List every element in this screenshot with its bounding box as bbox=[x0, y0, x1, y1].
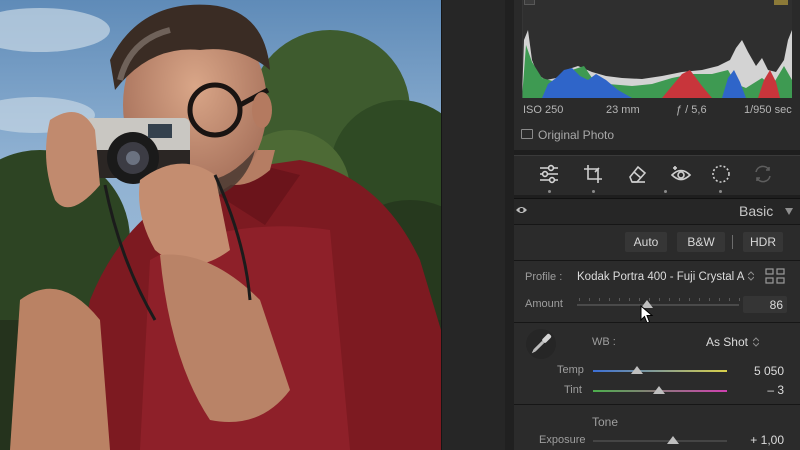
slider-tick bbox=[739, 298, 740, 301]
wb-value[interactable]: As Shot bbox=[690, 335, 748, 349]
tool-indicator-dot bbox=[719, 190, 722, 193]
tool-indicator-dot bbox=[592, 190, 595, 193]
slider-tick bbox=[719, 298, 720, 301]
slider-tick bbox=[629, 298, 630, 301]
tint-value[interactable]: – 3 bbox=[730, 383, 784, 397]
histogram-plot[interactable] bbox=[521, 0, 792, 98]
bw-button[interactable]: B&W bbox=[677, 232, 725, 252]
tone-label: Tone bbox=[592, 415, 619, 429]
exposure-value[interactable]: + 1,00 bbox=[730, 433, 784, 447]
filmstrip-gutter bbox=[441, 0, 505, 450]
slider-tick bbox=[679, 298, 680, 301]
histogram-graph bbox=[521, 0, 792, 98]
exposure-slider-thumb[interactable] bbox=[667, 436, 680, 444]
original-photo-checkbox[interactable] bbox=[521, 129, 533, 139]
slider-tick bbox=[709, 298, 710, 301]
highlight-clipping-indicator[interactable] bbox=[774, 0, 788, 5]
edit-sliders-icon[interactable] bbox=[536, 161, 562, 187]
tint-slider-thumb[interactable] bbox=[652, 386, 665, 394]
slider-tick bbox=[609, 298, 610, 301]
presets-icon[interactable] bbox=[750, 161, 776, 187]
amount-value[interactable]: 86 bbox=[743, 298, 783, 312]
slider-tick bbox=[729, 298, 730, 301]
slider-tick bbox=[589, 298, 590, 301]
amount-label: Amount bbox=[525, 298, 563, 310]
slider-tick bbox=[579, 298, 580, 301]
profile-value[interactable]: Kodak Portra 400 - Fuji Crystal Ar... bbox=[577, 271, 745, 283]
auto-button[interactable]: Auto bbox=[625, 232, 667, 252]
collapse-triangle-icon[interactable] bbox=[785, 208, 793, 215]
wb-label: WB : bbox=[592, 336, 616, 348]
basic-section-title: Basic bbox=[739, 203, 774, 219]
crop-icon[interactable] bbox=[580, 161, 606, 187]
masking-icon[interactable] bbox=[708, 161, 734, 187]
eye-icon[interactable] bbox=[515, 205, 528, 215]
tool-indicator-dot bbox=[664, 190, 667, 193]
profile-label: Profile : bbox=[525, 271, 563, 283]
temp-slider-track[interactable] bbox=[593, 370, 727, 372]
photo-image bbox=[0, 0, 441, 450]
slider-tick bbox=[689, 298, 690, 301]
amount-slider-track[interactable] bbox=[577, 304, 739, 306]
slider-tick bbox=[669, 298, 670, 301]
exposure-slider-track[interactable] bbox=[593, 440, 727, 442]
exif-focal-length: 23 mm bbox=[606, 104, 640, 116]
slider-tick bbox=[699, 298, 700, 301]
tint-label: Tint bbox=[564, 384, 582, 396]
slider-tick bbox=[619, 298, 620, 301]
eyedropper-icon[interactable] bbox=[524, 327, 558, 361]
exif-aperture: ƒ / 5,6 bbox=[676, 104, 707, 116]
wb-stepper-icon[interactable] bbox=[753, 337, 759, 347]
button-divider bbox=[732, 235, 733, 249]
slider-tick bbox=[659, 298, 660, 301]
exif-shutter-speed: 1/950 sec bbox=[744, 104, 792, 116]
original-photo-label: Original Photo bbox=[538, 128, 615, 142]
eraser-icon[interactable] bbox=[624, 161, 650, 187]
exif-iso: ISO 250 bbox=[523, 104, 564, 116]
temp-value[interactable]: 5 050 bbox=[730, 364, 784, 378]
exposure-label: Exposure bbox=[539, 434, 586, 446]
shadow-clipping-indicator[interactable] bbox=[524, 0, 535, 5]
red-eye-icon[interactable] bbox=[668, 161, 694, 187]
temp-slider-thumb[interactable] bbox=[631, 366, 644, 374]
temp-label: Temp bbox=[557, 364, 584, 376]
hdr-button[interactable]: HDR bbox=[743, 232, 783, 252]
tool-indicator-dot bbox=[548, 190, 551, 193]
panel-scroll-edge[interactable] bbox=[505, 0, 514, 450]
photo-canvas[interactable] bbox=[0, 0, 441, 450]
profile-browser-icon[interactable] bbox=[765, 268, 785, 284]
profile-stepper-icon[interactable] bbox=[748, 271, 754, 281]
slider-tick bbox=[599, 298, 600, 301]
